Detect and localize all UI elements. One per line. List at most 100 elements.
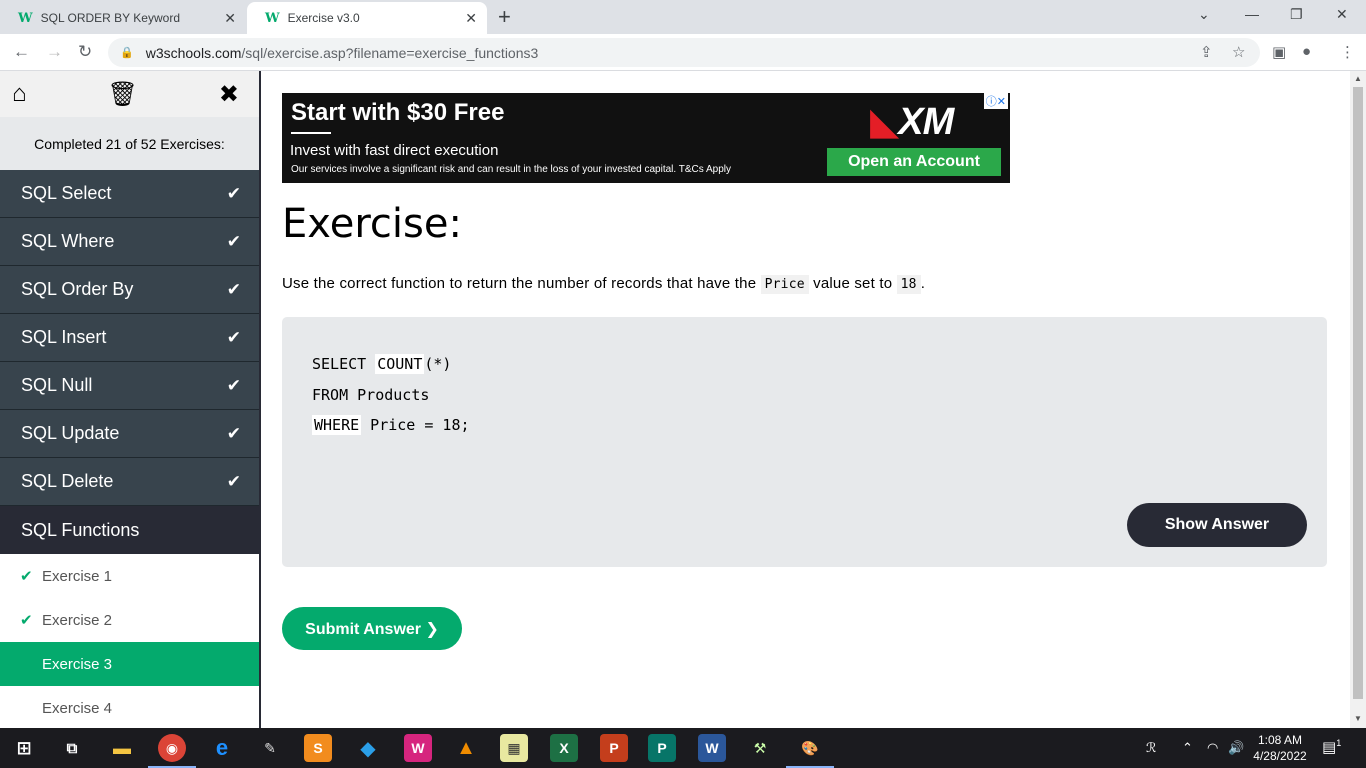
exercise-item-4[interactable]: Exercise 4 — [0, 686, 259, 728]
category-sql-delete[interactable]: SQL Delete ✔ — [0, 458, 259, 506]
sidebar-toolbar: ⌂ 🗑 ✖ — [0, 71, 259, 117]
category-sql-where[interactable]: SQL Where ✔ — [0, 218, 259, 266]
lock-icon: 🔒 — [120, 47, 134, 59]
ad-choices-icon[interactable]: ⓘ✕ — [983, 93, 1008, 109]
people-icon[interactable]: ℛ — [1146, 740, 1156, 756]
volume-icon[interactable]: 🔊 — [1228, 740, 1244, 756]
exercise-label: Exercise 3 — [42, 655, 113, 673]
advertisement-banner[interactable]: Start with $30 Free Invest with fast dir… — [282, 93, 1010, 183]
wifi-icon[interactable]: ◠ — [1207, 740, 1218, 756]
show-hidden-icons-icon[interactable]: ⌃ — [1182, 740, 1193, 756]
paint-palette-icon[interactable]: 🎨 — [786, 734, 834, 768]
chart-app-icon[interactable]: ▦ — [500, 734, 528, 762]
exercise-label: Exercise 2 — [42, 611, 113, 629]
close-tab-icon[interactable]: ✕ — [465, 10, 477, 27]
home-icon[interactable]: ⌂ — [12, 80, 27, 108]
close-sidebar-icon[interactable]: ✖ — [219, 80, 239, 109]
trash-icon[interactable]: 🗑 — [107, 80, 137, 109]
ad-brand: XM — [898, 101, 954, 143]
vlc-icon[interactable]: ▲ — [452, 734, 480, 762]
category-label: SQL Null — [21, 375, 93, 395]
category-label: SQL Functions — [21, 519, 140, 540]
close-window-icon[interactable]: ✕ — [1336, 6, 1348, 23]
paint-icon[interactable]: ✎ — [256, 734, 284, 762]
word-icon[interactable]: W — [698, 734, 726, 762]
category-label: SQL Where — [21, 231, 115, 251]
file-explorer-icon[interactable]: ▬ — [108, 734, 136, 762]
wamp-icon[interactable]: W — [404, 734, 432, 762]
bookmark-star-icon[interactable]: ☆ — [1232, 43, 1245, 61]
instruction-text: Use the correct function to return the n… — [282, 275, 761, 292]
back-icon[interactable]: ← — [13, 42, 30, 62]
scroll-down-icon[interactable]: ▼ — [1354, 714, 1362, 723]
category-label: SQL Insert — [21, 327, 107, 347]
open-account-button[interactable]: Open an Account — [827, 148, 1001, 176]
new-tab-icon[interactable]: + — [498, 4, 511, 30]
category-sql-null[interactable]: SQL Null ✔ — [0, 362, 259, 410]
page-scrollbar[interactable]: ▲ ▼ — [1350, 71, 1366, 728]
check-icon: ✔ — [226, 231, 241, 251]
category-label: SQL Select — [21, 183, 112, 203]
powerpoint-icon[interactable]: P — [600, 734, 628, 762]
forward-icon[interactable]: → — [46, 42, 63, 62]
tool-icon[interactable]: ⚒ — [746, 734, 774, 762]
tab-sql-order-by[interactable]: W SQL ORDER BY Keyword ✕ — [0, 2, 246, 34]
exercise-item-2[interactable]: ✔ Exercise 2 — [0, 598, 259, 642]
url-host: w3schools.com — [145, 44, 242, 61]
notification-count: 1 — [1336, 738, 1342, 748]
scroll-thumb[interactable] — [1353, 87, 1363, 699]
restore-icon[interactable]: ❐ — [1290, 6, 1303, 23]
excel-icon[interactable]: X — [550, 734, 578, 762]
tab-exercise[interactable]: W Exercise v3.0 ✕ — [247, 2, 487, 34]
code-text: (*) — [424, 355, 452, 373]
category-sql-insert[interactable]: SQL Insert ✔ — [0, 314, 259, 362]
tab-search-icon[interactable]: ⌄ — [1198, 6, 1210, 23]
exercise-item-3[interactable]: Exercise 3 — [0, 642, 259, 686]
category-label: SQL Delete — [21, 471, 114, 491]
reload-icon[interactable]: ↻ — [78, 42, 92, 62]
code-exercise-box: SELECT COUNT (*) FROM Products WHERE Pric… — [282, 317, 1327, 567]
app-icon[interactable]: ◆ — [354, 734, 382, 762]
chrome-icon[interactable]: ◉ — [148, 734, 196, 768]
show-answer-button[interactable]: Show Answer — [1127, 503, 1307, 547]
check-icon: ✔ — [226, 279, 241, 299]
exercise-item-1[interactable]: ✔ Exercise 1 — [0, 554, 259, 598]
tab-title: SQL ORDER BY Keyword — [40, 11, 180, 25]
w3schools-favicon-icon: W — [265, 10, 280, 26]
answer-field-1[interactable]: COUNT — [375, 354, 425, 374]
windows-start-icon[interactable]: ⊞ — [10, 734, 38, 762]
category-sql-functions[interactable]: SQL Functions — [0, 506, 259, 554]
instruction-text: value set to — [808, 275, 897, 292]
url-field[interactable]: 🔒 w3schools.com /sql/exercise.asp?filena… — [108, 38, 1260, 67]
check-icon: ✔ — [226, 471, 241, 491]
ad-headline: Start with $30 Free — [291, 99, 505, 126]
category-sql-update[interactable]: SQL Update ✔ — [0, 410, 259, 458]
category-sql-order-by[interactable]: SQL Order By ✔ — [0, 266, 259, 314]
task-view-icon[interactable]: ⧉ — [58, 734, 86, 762]
clock-time: 1:08 AM — [1257, 733, 1303, 747]
category-sql-select[interactable]: SQL Select ✔ — [0, 170, 259, 218]
scroll-up-icon[interactable]: ▲ — [1354, 74, 1362, 83]
submit-answer-button[interactable]: Submit Answer ❯ — [282, 607, 462, 650]
exercise-label: Exercise 1 — [42, 567, 113, 585]
system-clock[interactable]: 1:08 AM 4/28/2022 — [1248, 732, 1312, 764]
check-icon: ✔ — [226, 375, 241, 395]
notification-center-icon[interactable]: ▤1 — [1322, 738, 1341, 756]
category-label: SQL Order By — [21, 279, 134, 299]
menu-kebab-icon[interactable]: ⋮ — [1340, 43, 1355, 61]
side-panel-icon[interactable]: ▣ — [1272, 43, 1286, 61]
category-label: SQL Update — [21, 423, 120, 443]
edge-icon[interactable]: e — [208, 734, 236, 762]
exercise-instruction: Use the correct function to return the n… — [282, 275, 925, 294]
minimize-icon[interactable]: — — [1245, 6, 1259, 22]
profile-avatar-icon[interactable]: ● — [1302, 43, 1311, 60]
sublime-text-icon[interactable]: S — [304, 734, 332, 762]
publisher-icon[interactable]: P — [648, 734, 676, 762]
check-icon: ✔ — [20, 568, 33, 585]
answer-field-2[interactable]: WHERE — [312, 415, 362, 435]
check-icon: ✔ — [20, 612, 33, 629]
instruction-code: 18 — [896, 275, 921, 294]
ad-subline: Invest with fast direct execution — [290, 142, 499, 159]
share-icon[interactable]: ⇪ — [1200, 43, 1213, 61]
close-tab-icon[interactable]: ✕ — [224, 10, 236, 27]
